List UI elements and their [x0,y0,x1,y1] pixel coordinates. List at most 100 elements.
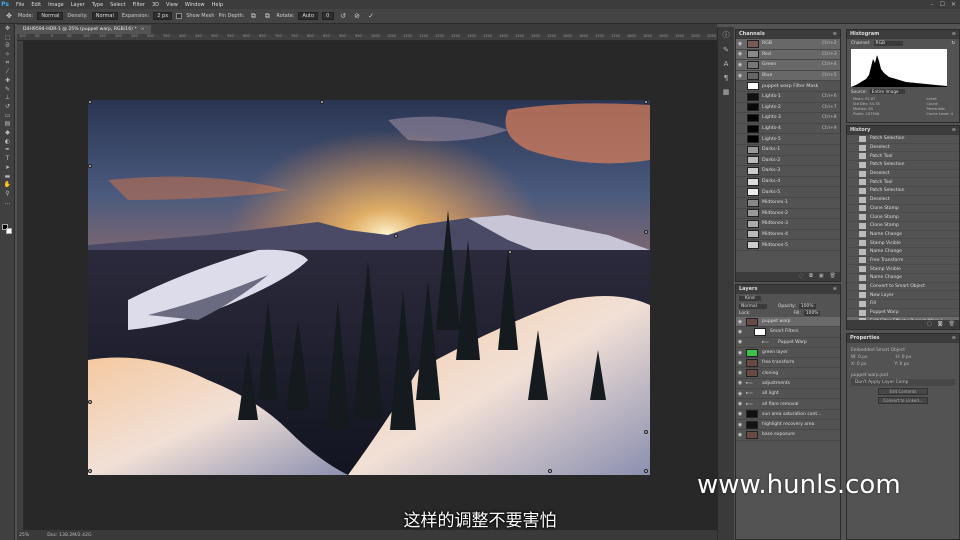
warp-pin[interactable] [644,469,648,473]
hand-tool-icon[interactable]: ✋ [0,180,15,189]
layer-row[interactable]: ◉ ▸▭ adjustments [736,379,840,390]
channel-row[interactable]: Midtones-2 [736,209,840,220]
layer-row[interactable]: ◉ Smart Filters [736,327,840,338]
menu-type[interactable]: Type [92,2,103,8]
channel-row[interactable]: Darks-1 [736,145,840,156]
history-state[interactable]: Clone Stamp [847,222,959,231]
background-color-swatch[interactable] [6,228,12,234]
history-state[interactable]: Stamp Visible [847,239,959,248]
swatches-icon[interactable]: ▦ [723,88,730,96]
path-select-icon[interactable]: ➤ [0,163,15,172]
save-selection-icon[interactable]: ◘ [809,272,813,281]
layer-row[interactable]: ◉ ▸▭ all flare removal [736,399,840,410]
visibility-eye-icon[interactable]: ◉ [736,360,744,366]
channel-row[interactable]: Darks-5 [736,187,840,198]
remove-pins-icon[interactable]: ↺ [338,12,348,21]
history-state[interactable]: Stamp Visible [847,265,959,274]
menu-filter[interactable]: Filter [133,2,145,8]
fill-input[interactable]: 100% [803,311,821,316]
move-tool-icon[interactable]: ✥ [0,24,15,33]
channel-row[interactable]: Midtones-4 [736,230,840,241]
warp-pin[interactable] [88,100,92,104]
warp-pin[interactable] [88,469,92,473]
layer-kind-select[interactable]: Kind [739,296,761,301]
channel-row[interactable]: Lights-4 Ctrl+9 [736,124,840,135]
histogram-title[interactable]: Histogram [850,31,879,37]
quick-select-icon[interactable]: ✧ [0,50,15,59]
layer-row[interactable]: ◉ sun area saturation cont... [736,410,840,420]
brush-tool-icon[interactable]: ✎ [0,85,15,94]
layers-title[interactable]: Layers [739,286,758,292]
expansion-input[interactable]: 2 px [153,12,173,20]
visibility-eye-icon[interactable]: ◉ [736,339,744,345]
warp-pin[interactable] [508,250,512,254]
visibility-eye-icon[interactable]: ◉ [736,432,744,438]
load-selection-icon[interactable]: ◌ [799,272,803,281]
density-select[interactable]: Normal [91,12,118,20]
trash-icon[interactable]: 🗑 [830,272,836,281]
warp-pin[interactable] [644,430,648,434]
menu-window[interactable]: Window [185,2,205,8]
shape-tool-icon[interactable]: ▬ [0,172,15,181]
menu-image[interactable]: Image [48,2,64,8]
menu-edit[interactable]: Edit [31,2,41,8]
visibility-eye-icon[interactable]: ◉ [736,62,744,68]
warp-pin[interactable] [88,164,92,168]
character-icon[interactable]: A [724,60,729,68]
channel-row[interactable]: Lights-5 [736,134,840,145]
history-state[interactable]: Free Transform [847,257,959,266]
new-channel-icon[interactable]: ▣ [819,272,824,281]
menu-view[interactable]: View [166,2,178,8]
maximize-icon[interactable]: ☐ [940,1,945,8]
layer-row[interactable]: ◉ base exposure [736,430,840,441]
crop-tool-icon[interactable]: ⌗ [0,59,15,68]
visibility-eye-icon[interactable]: ◉ [736,411,744,417]
puppet-warp-tool-icon[interactable]: ✥ [4,12,14,21]
zoom-tool-icon[interactable]: ⚲ [0,189,15,198]
pin-backward-icon[interactable]: ⧉ [262,12,272,21]
properties-title[interactable]: Properties [850,335,879,341]
height-field[interactable]: H: 0 px [892,354,916,361]
width-field[interactable]: W: 0 px [847,354,872,361]
menu-file[interactable]: File [16,2,24,8]
warp-pin[interactable] [394,234,398,238]
channel-row[interactable]: Lights-1 Ctrl+6 [736,92,840,103]
history-state[interactable]: Patch Selection [847,187,959,196]
refresh-icon[interactable]: ↻ [951,41,955,46]
rotate-degree-input[interactable]: 0 [322,12,335,20]
channel-row[interactable]: Lights-2 Ctrl+7 [736,103,840,114]
warp-pin[interactable] [644,230,648,234]
menu-select[interactable]: Select [110,2,125,8]
layer-row[interactable]: ◉ highlight recovery area [736,420,840,431]
close-window-icon[interactable]: ✕ [951,1,956,8]
menu-layer[interactable]: Layer [71,2,85,8]
edit-contents-button[interactable]: Edit Contents [878,388,928,395]
warp-pin[interactable] [88,400,92,404]
visibility-eye-icon[interactable]: ◉ [736,329,744,335]
layer-row[interactable]: ◉ ▸▭ all light [736,389,840,400]
panel-menu-icon[interactable]: ≡ [833,285,837,294]
info-icon[interactable]: ⓘ [723,30,730,40]
document-image[interactable] [88,100,650,475]
history-state[interactable]: Name Change [847,248,959,257]
commit-check-icon[interactable]: ✓ [366,12,376,21]
history-state[interactable]: Deselect [847,144,959,153]
healing-brush-icon[interactable]: ✚ [0,76,15,85]
brush-presets-icon[interactable]: ✎ [723,46,729,54]
document-tab[interactable]: D4H9594-HDR-1 @ 25% (puppet warp, RGB/16… [17,25,151,34]
layer-row[interactable]: ◉ cloning [736,368,840,379]
channel-select[interactable]: RGB [873,41,903,46]
gradient-icon[interactable]: ▤ [0,120,15,129]
channel-row[interactable]: Darks-2 [736,156,840,167]
visibility-eye-icon[interactable]: ◉ [736,41,744,47]
history-state[interactable]: Deselect [847,196,959,205]
minimize-icon[interactable]: – [931,1,934,8]
menu-help[interactable]: Help [212,2,223,8]
history-brush-icon[interactable]: ↺ [0,102,15,111]
show-mesh-checkbox[interactable] [176,13,183,19]
new-document-icon[interactable]: ▢ [927,320,932,329]
x-field[interactable]: X: 0 px [847,361,870,368]
visibility-eye-icon[interactable]: ◉ [736,73,744,79]
pen-tool-icon[interactable]: ✒ [0,146,15,155]
warp-pin[interactable] [548,469,552,473]
